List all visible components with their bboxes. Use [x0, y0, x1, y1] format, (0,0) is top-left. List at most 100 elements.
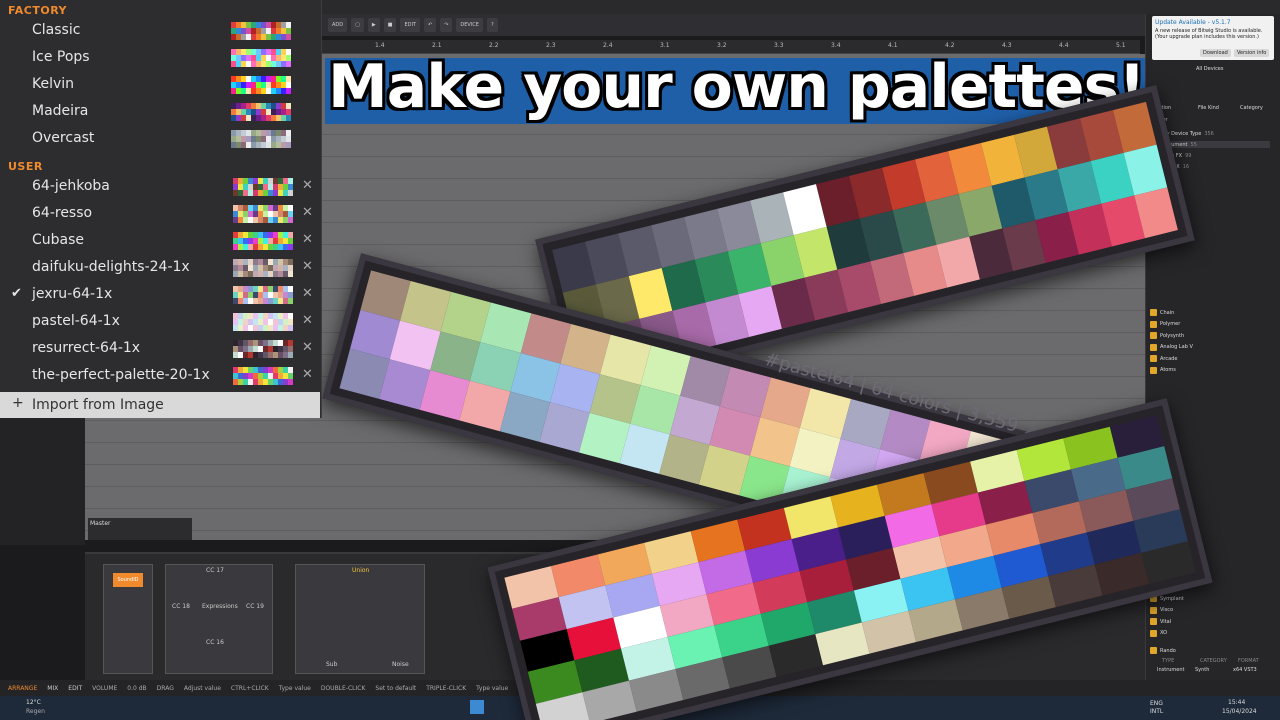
delete-palette-icon[interactable]: ✕	[302, 178, 313, 193]
device-list-item[interactable]: XO	[1150, 629, 1167, 637]
device-list-item[interactable]: Polysynth	[1150, 332, 1184, 339]
palette-label: 64-jehkoba	[32, 178, 110, 194]
palette-item[interactable]: 64-resso ✕	[0, 201, 320, 228]
device-list-item[interactable]: Atoms	[1150, 366, 1176, 374]
palette-item[interactable]: Madeira	[0, 99, 320, 126]
status-item: Adjust value	[183, 684, 221, 692]
device-list-item[interactable]: Visco	[1150, 606, 1173, 614]
info-header: FORMAT	[1238, 658, 1259, 664]
device-icon	[1150, 343, 1157, 351]
clock-date[interactable]: 15/04/2024	[1222, 708, 1257, 715]
status-item: DRAG	[156, 684, 174, 692]
status-item[interactable]: MIX	[47, 685, 58, 692]
device-label: Vital	[1160, 618, 1172, 625]
download-button[interactable]: Download	[1200, 49, 1231, 57]
clock-time[interactable]: 15:44	[1228, 699, 1245, 706]
palette-label: 64-resso	[32, 205, 93, 221]
swatch-cell	[288, 217, 293, 223]
status-item[interactable]: EDIT	[68, 685, 82, 692]
master-track[interactable]: Master	[88, 518, 192, 540]
status-item: DOUBLE-CLICK	[320, 684, 366, 692]
device-label: Polymer	[1160, 321, 1181, 327]
sub-label: Sub	[326, 661, 338, 668]
palette-swatch	[233, 232, 293, 250]
ruler-mark: 5.1	[1116, 42, 1126, 49]
swatch-cell	[286, 61, 291, 67]
palette-item[interactable]: Kelvin	[0, 72, 320, 99]
info-value: Instrument	[1157, 667, 1185, 673]
stop-icon[interactable]: ■	[383, 18, 397, 32]
category-filter[interactable]: Category	[1240, 105, 1263, 111]
add-button[interactable]: ADD	[328, 18, 348, 32]
status-item: Set to default	[375, 684, 417, 692]
play-icon[interactable]: ▶	[367, 18, 380, 32]
redo-icon[interactable]: ↷	[440, 18, 453, 32]
device-list-item[interactable]: Analog Lab V	[1150, 343, 1193, 351]
swatch-cell	[288, 244, 293, 250]
swatch-cell	[288, 352, 293, 358]
palette-item[interactable]: Ice Pops	[0, 45, 320, 72]
device-list-item[interactable]: Chain	[1150, 309, 1174, 316]
device-list-item[interactable]: Polymer	[1150, 320, 1181, 328]
palette-swatch	[231, 130, 291, 148]
palette-swatch	[233, 178, 293, 196]
palette-item[interactable]: pastel-64-1x ✕	[0, 309, 320, 336]
device-list-item[interactable]: Rando	[1150, 647, 1176, 654]
palette-label: Kelvin	[32, 76, 75, 92]
delete-palette-icon[interactable]: ✕	[302, 286, 313, 301]
palette-swatch	[231, 49, 291, 67]
delete-palette-icon[interactable]: ✕	[302, 259, 313, 274]
status-item[interactable]: ARRANGE	[8, 685, 37, 692]
file-kind-filter[interactable]: File Kind	[1198, 105, 1219, 111]
delete-palette-icon[interactable]: ✕	[302, 232, 313, 247]
record-icon[interactable]: ▢	[351, 18, 364, 32]
delete-palette-icon[interactable]: ✕	[302, 367, 313, 382]
factory-header: FACTORY	[8, 4, 68, 17]
help-icon[interactable]: ?	[486, 18, 498, 32]
palette-item[interactable]: Classic	[0, 18, 320, 45]
ruler-mark: 2.3	[546, 42, 556, 49]
palette-label: pastel-64-1x	[32, 313, 120, 329]
ruler-mark: 2.1	[432, 42, 442, 49]
lang-label[interactable]: ENG	[1150, 700, 1163, 707]
palette-item[interactable]: Overcast	[0, 126, 320, 153]
weather-desc: Regen	[26, 708, 45, 715]
swatch-cell	[288, 325, 293, 331]
device-button[interactable]: DEVICE	[456, 18, 483, 32]
palette-item[interactable]: daifuku-delights-24-1x ✕	[0, 255, 320, 282]
info-header: CATEGORY	[1200, 658, 1227, 664]
import-label: Import from Image	[32, 397, 164, 413]
lang2-label[interactable]: INTL	[1150, 708, 1163, 715]
project-device[interactable]: SoundID	[103, 564, 153, 674]
palette-item[interactable]: the-perfect-palette-20-1x ✕	[0, 363, 320, 390]
palette-item[interactable]: Cubase ✕	[0, 228, 320, 255]
swatch-cell	[286, 142, 291, 148]
info-value: x64 VST3	[1233, 667, 1257, 673]
version-info-button[interactable]: Version info	[1234, 49, 1270, 57]
delete-palette-icon[interactable]: ✕	[302, 205, 313, 220]
palette-swatch	[233, 367, 293, 385]
device-icon	[1150, 606, 1157, 614]
soundid-device[interactable]: SoundID	[113, 573, 143, 587]
delete-palette-icon[interactable]: ✕	[302, 313, 313, 328]
device-list-item[interactable]: Arcade	[1150, 355, 1177, 362]
notification-title: Update Available - v5.1.7	[1155, 19, 1231, 26]
palette-item[interactable]: 64-jehkoba ✕	[0, 174, 320, 201]
status-item: TRIPLE-CLICK	[426, 684, 467, 692]
delete-palette-icon[interactable]: ✕	[302, 340, 313, 355]
cc-device[interactable]: CC 17 CC 18 Expressions CC 19 CC 16	[165, 564, 273, 674]
palette-label: Madeira	[32, 103, 89, 119]
update-notification[interactable]: Update Available - v5.1.7 A new release …	[1152, 16, 1274, 60]
device-list-item[interactable]: Vital	[1150, 618, 1171, 625]
undo-icon[interactable]: ↶	[424, 18, 437, 32]
polymer-device[interactable]: Union Sub Noise	[295, 564, 425, 674]
edit-button[interactable]: EDIT	[400, 18, 420, 32]
start-icon[interactable]	[470, 700, 484, 714]
swatch-cell	[286, 34, 291, 40]
palette-item[interactable]: ✔ jexru-64-1x ✕	[0, 282, 320, 309]
device-label: Rando	[1160, 647, 1176, 654]
import-from-image-item[interactable]: + Import from Image	[0, 392, 320, 418]
palette-item[interactable]: resurrect-64-1x ✕	[0, 336, 320, 363]
all-devices-tab[interactable]: All Devices	[1196, 66, 1224, 72]
ruler-mark: 1.4	[375, 42, 385, 49]
